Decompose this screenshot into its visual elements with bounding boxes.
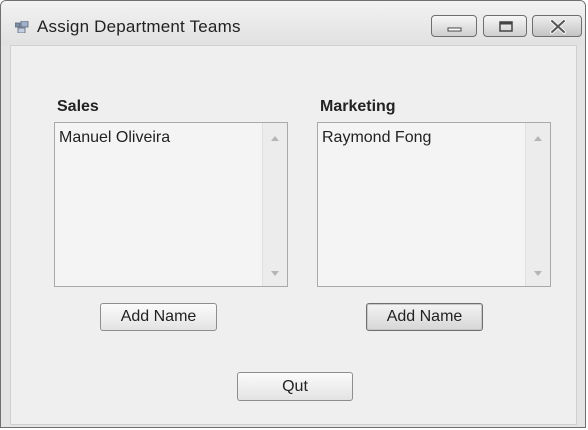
title-bar[interactable]: Assign Department Teams bbox=[1, 1, 585, 45]
sales-scrollbar[interactable] bbox=[262, 123, 287, 286]
quit-button[interactable]: Qut bbox=[237, 372, 353, 401]
close-button[interactable] bbox=[532, 15, 582, 37]
scroll-up-icon[interactable] bbox=[526, 127, 550, 149]
minimize-icon bbox=[447, 27, 462, 32]
form-client-area: Sales Manuel Oliveira Add Name Marketing… bbox=[10, 45, 577, 425]
sales-label: Sales bbox=[57, 98, 99, 115]
sales-listbox[interactable]: Manuel Oliveira bbox=[54, 122, 288, 287]
list-item[interactable]: Manuel Oliveira bbox=[59, 129, 170, 147]
marketing-listbox[interactable]: Raymond Fong bbox=[317, 122, 551, 287]
app-icon bbox=[15, 21, 29, 33]
window-title: Assign Department Teams bbox=[37, 17, 241, 36]
marketing-add-name-button[interactable]: Add Name bbox=[366, 303, 483, 331]
scroll-down-icon[interactable] bbox=[526, 262, 550, 284]
maximize-button[interactable] bbox=[483, 15, 527, 37]
maximize-icon bbox=[499, 21, 513, 32]
scroll-down-icon[interactable] bbox=[263, 262, 287, 284]
close-icon bbox=[550, 19, 566, 34]
marketing-scrollbar[interactable] bbox=[525, 123, 550, 286]
sales-add-name-button[interactable]: Add Name bbox=[100, 303, 217, 331]
marketing-label: Marketing bbox=[320, 98, 396, 115]
minimize-button[interactable] bbox=[431, 15, 477, 37]
app-window: Assign Department Teams Sales Manuel Oli… bbox=[0, 0, 586, 428]
scroll-up-icon[interactable] bbox=[263, 127, 287, 149]
list-item[interactable]: Raymond Fong bbox=[322, 129, 431, 147]
